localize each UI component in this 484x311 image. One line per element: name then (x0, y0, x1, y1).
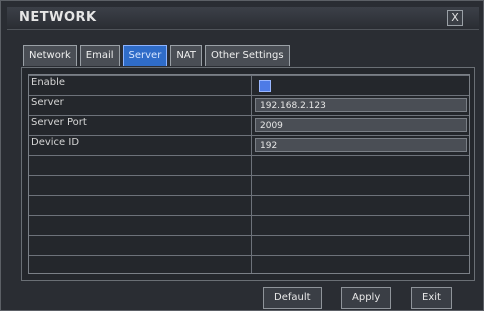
tab-other-settings[interactable]: Other Settings (204, 45, 290, 66)
close-icon: X (451, 11, 459, 24)
empty-row (29, 195, 469, 216)
empty-row (29, 155, 469, 176)
window-title: NETWORK (19, 10, 97, 25)
enable-label: Enable (31, 77, 66, 88)
row-device-id: Device ID 192 (29, 135, 469, 156)
row-server-port: Server Port 2009 (29, 115, 469, 136)
server-port-input[interactable]: 2009 (255, 118, 467, 132)
tab-bar: Network Email Server NAT Other Settings (23, 45, 290, 67)
exit-button[interactable]: Exit (411, 287, 452, 309)
empty-row (29, 255, 469, 276)
title-bar: NETWORK X (7, 7, 479, 30)
tab-nat[interactable]: NAT (170, 45, 202, 66)
server-settings-panel: Enable Server 192.168.2.123 Server Port … (21, 67, 475, 281)
empty-row (29, 235, 469, 256)
settings-grid: Enable Server 192.168.2.123 Server Port … (28, 74, 470, 274)
server-label: Server (31, 97, 64, 108)
default-button[interactable]: Default (263, 287, 322, 309)
row-server: Server 192.168.2.123 (29, 95, 469, 116)
network-dialog: NETWORK X Network Email Server NAT Other… (0, 0, 484, 311)
server-input[interactable]: 192.168.2.123 (255, 98, 467, 112)
device-id-input[interactable]: 192 (255, 138, 467, 152)
row-enable: Enable (29, 75, 469, 96)
enable-checkbox[interactable] (259, 80, 271, 92)
tab-email[interactable]: Email (79, 45, 120, 66)
empty-row (29, 215, 469, 236)
server-port-label: Server Port (31, 117, 87, 128)
apply-button[interactable]: Apply (341, 287, 392, 309)
close-button[interactable]: X (447, 10, 463, 26)
empty-row (29, 175, 469, 196)
device-id-label: Device ID (31, 137, 80, 148)
tab-network[interactable]: Network (23, 45, 77, 66)
tab-server[interactable]: Server (122, 45, 168, 66)
